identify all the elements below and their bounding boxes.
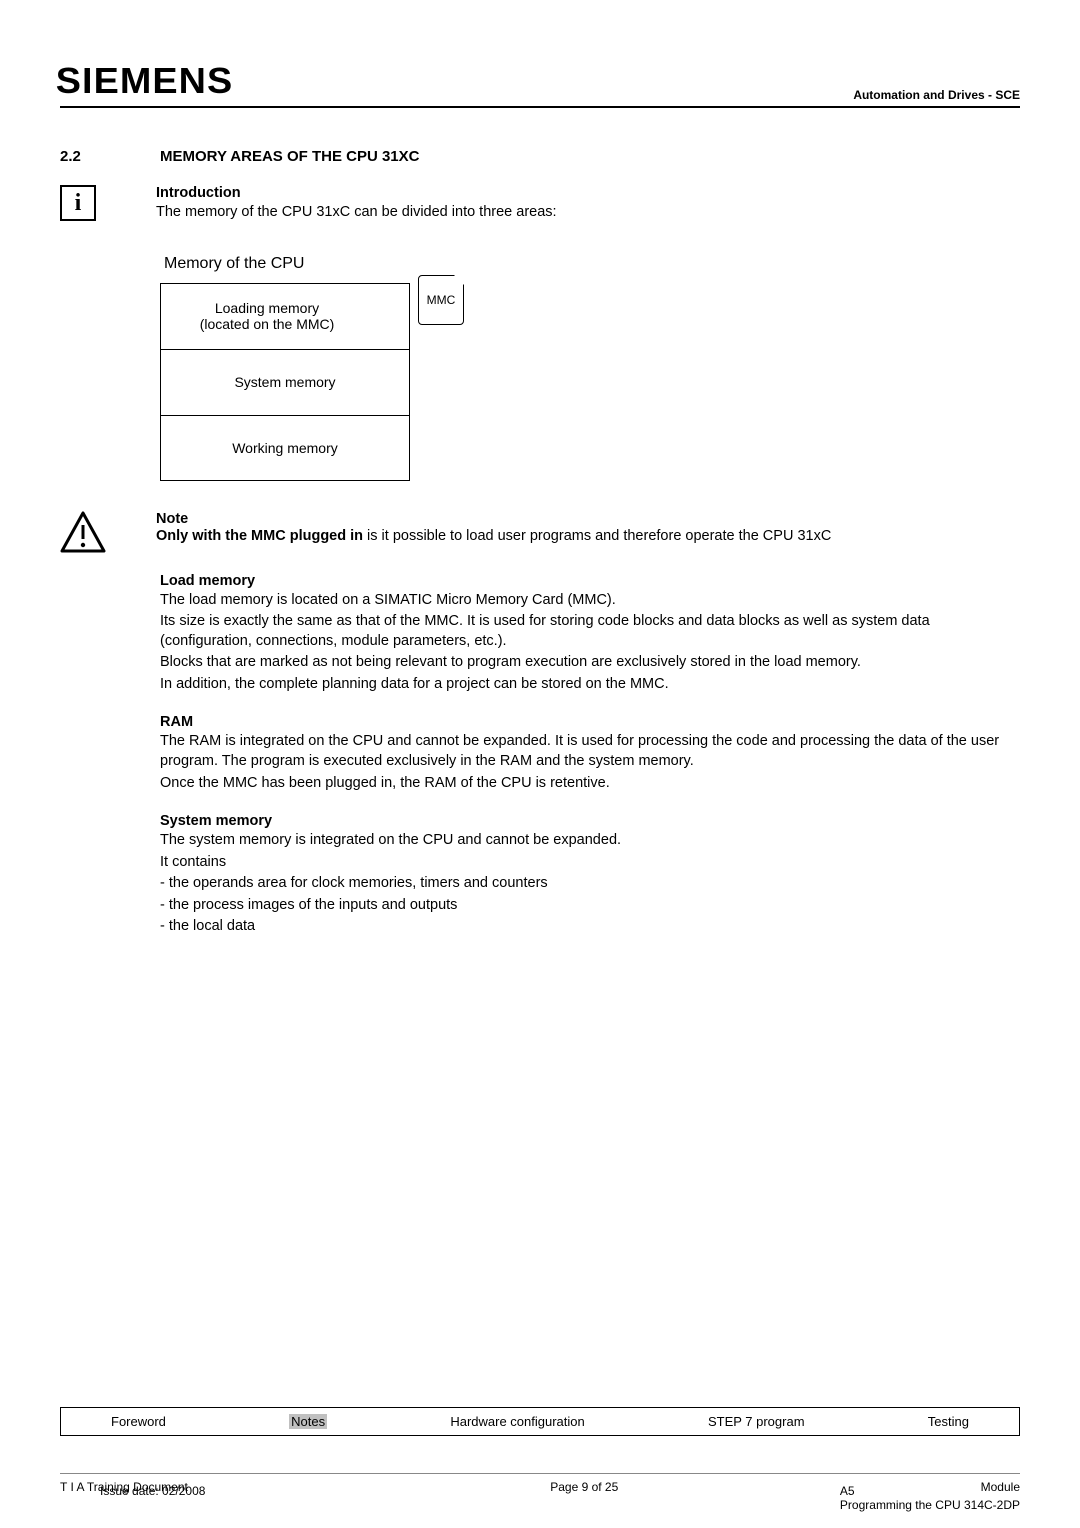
ram-p1: The RAM is integrated on the CPU and can… — [160, 732, 1020, 771]
load-heading: Load memory — [160, 573, 1020, 589]
system-memory-section: System memory The system memory is integ… — [160, 813, 1020, 937]
footer-nav: Foreword Notes Hardware configuration ST… — [60, 1407, 1020, 1436]
nav-testing[interactable]: Testing — [928, 1414, 969, 1429]
load-p4: In addition, the complete planning data … — [160, 675, 1020, 695]
footer-sub: Issue date: 02/2008 A5 Programming the C… — [100, 1484, 1020, 1512]
footer-right2: A5 Programming the CPU 314C-2DP — [840, 1484, 1020, 1512]
introduction-row: i Introduction The memory of the CPU 31x… — [60, 185, 1020, 225]
footer-right2b: Programming the CPU 314C-2DP — [840, 1498, 1020, 1512]
ram-section: RAM The RAM is integrated on the CPU and… — [160, 714, 1020, 793]
note-bold: Only with the MMC plugged in — [156, 528, 363, 544]
sys-li3: - the local data — [160, 917, 1020, 937]
mmc-chip-icon: MMC — [418, 275, 464, 325]
intro-heading: Introduction — [156, 185, 557, 201]
footer-left2: Issue date: 02/2008 — [100, 1484, 205, 1512]
diagram-box-loading: Loading memory (located on the MMC) — [160, 283, 410, 349]
info-icon: i — [60, 185, 96, 221]
diagram-box-working: Working memory — [160, 415, 410, 481]
sys-p2: It contains — [160, 853, 1020, 873]
nav-foreword[interactable]: Foreword — [111, 1414, 166, 1429]
diagram-box-system: System memory — [160, 349, 410, 415]
memory-diagram: Memory of the CPU Loading memory (locate… — [160, 255, 470, 481]
siemens-logo: SIEMENS — [56, 60, 233, 102]
note-text: Only with the MMC plugged in is it possi… — [156, 527, 831, 547]
warning-icon — [60, 511, 106, 553]
page-header: SIEMENS Automation and Drives - SCE — [60, 60, 1020, 108]
nav-hardware[interactable]: Hardware configuration — [450, 1414, 584, 1429]
diagram-box1-line2: (located on the MMC) — [200, 316, 335, 332]
section-title: MEMORY AREAS OF THE CPU 31XC — [160, 148, 419, 165]
ram-p2: Once the MMC has been plugged in, the RA… — [160, 774, 1020, 794]
nav-step7[interactable]: STEP 7 program — [708, 1414, 805, 1429]
load-p2: Its size is exactly the same as that of … — [160, 612, 1020, 651]
sys-li1: - the operands area for clock memories, … — [160, 874, 1020, 894]
intro-text: The memory of the CPU 31xC can be divide… — [156, 203, 557, 223]
diagram-title: Memory of the CPU — [164, 255, 470, 273]
ram-heading: RAM — [160, 714, 1020, 730]
note-heading: Note — [156, 511, 831, 527]
sys-p1: The system memory is integrated on the C… — [160, 831, 1020, 851]
mmc-chip-label: MMC — [427, 293, 456, 307]
diagram-box1-line1: Loading memory — [200, 300, 335, 316]
footer-right2a: A5 — [840, 1484, 855, 1498]
note-rest: is it possible to load user programs and… — [363, 528, 831, 544]
load-p3: Blocks that are marked as not being rele… — [160, 653, 1020, 673]
sys-li2: - the process images of the inputs and o… — [160, 896, 1020, 916]
nav-notes[interactable]: Notes — [289, 1414, 327, 1429]
header-subtitle: Automation and Drives - SCE — [853, 88, 1020, 102]
section-heading-row: 2.2 MEMORY AREAS OF THE CPU 31XC — [60, 148, 1020, 165]
load-memory-section: Load memory The load memory is located o… — [160, 573, 1020, 695]
note-row: Note Only with the MMC plugged in is it … — [60, 511, 1020, 553]
sys-heading: System memory — [160, 813, 1020, 829]
section-number: 2.2 — [60, 148, 160, 165]
load-p1: The load memory is located on a SIMATIC … — [160, 591, 1020, 611]
